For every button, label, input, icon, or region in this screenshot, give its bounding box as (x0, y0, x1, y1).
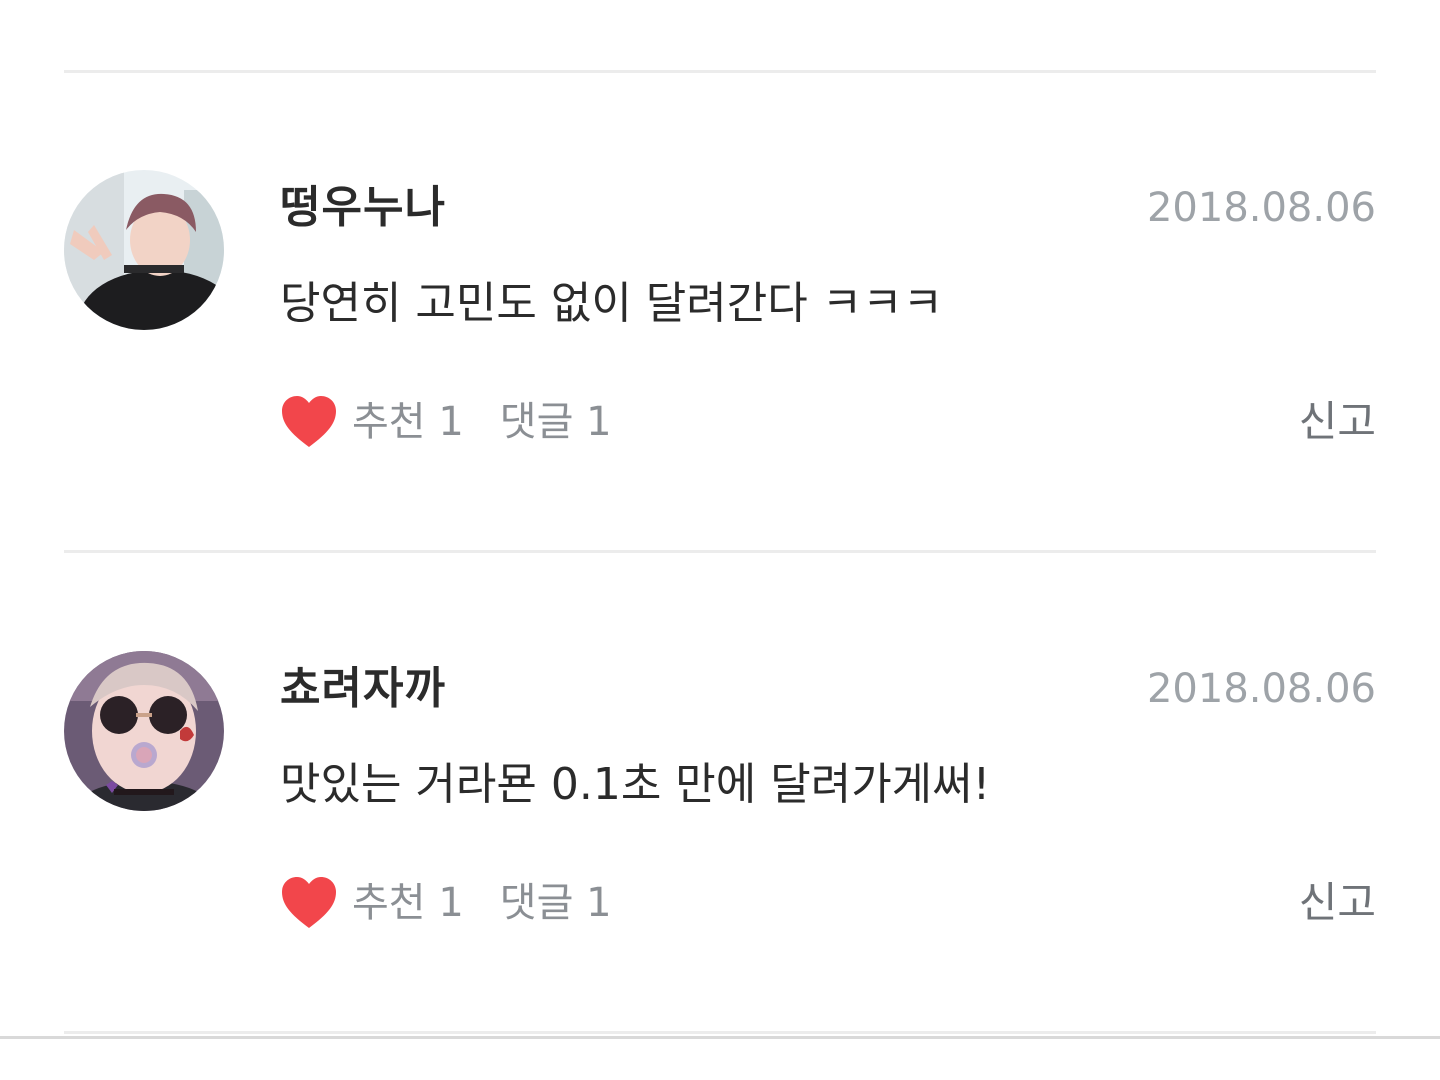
comment-author[interactable]: 떵우누나 (280, 180, 446, 236)
like-button[interactable]: 추천 1 (352, 873, 464, 933)
comment-text: 당연히 고민도 없이 달려간다 ㅋㅋㅋ (280, 278, 944, 329)
divider-bottom (64, 1031, 1376, 1034)
reply-button[interactable]: 댓글 1 (500, 873, 612, 933)
like-label: 추천 (352, 399, 426, 445)
reply-button[interactable]: 댓글 1 (500, 392, 612, 452)
like-button[interactable]: 추천 1 (352, 392, 464, 452)
reply-count: 1 (586, 880, 612, 926)
heart-icon[interactable] (280, 876, 338, 930)
comment-date: 2018.08.06 (1146, 185, 1376, 231)
comment-item: 쵸려자까 2018.08.06 맛있는 거라묜 0.1초 만에 달려가게써! 추… (64, 651, 1376, 951)
reply-label: 댓글 (499, 399, 574, 445)
divider-top (64, 70, 1376, 73)
comment-text: 맛있는 거라묜 0.1초 만에 달려가게써! (280, 759, 991, 810)
comment-date: 2018.08.06 (1146, 666, 1376, 712)
report-button[interactable]: 신고 (1299, 873, 1376, 933)
avatar[interactable] (64, 651, 224, 811)
avatar-photo (64, 651, 224, 811)
comment-author[interactable]: 쵸려자까 (280, 661, 446, 717)
reply-label: 댓글 (499, 880, 574, 926)
like-count: 1 (438, 399, 464, 445)
avatar[interactable] (64, 170, 224, 330)
comment-actions: 추천 1 댓글 1 (280, 873, 612, 933)
avatar-photo (64, 170, 224, 330)
like-label: 추천 (352, 880, 426, 926)
report-button[interactable]: 신고 (1299, 392, 1376, 452)
like-count: 1 (438, 880, 464, 926)
divider-middle (64, 550, 1376, 553)
bottom-edge-line (0, 1036, 1440, 1039)
reply-count: 1 (586, 399, 612, 445)
heart-icon[interactable] (280, 395, 338, 449)
comment-actions: 추천 1 댓글 1 (280, 392, 612, 452)
comment-item: 떵우누나 2018.08.06 당연히 고민도 없이 달려간다 ㅋㅋㅋ 추천 1… (64, 170, 1376, 470)
